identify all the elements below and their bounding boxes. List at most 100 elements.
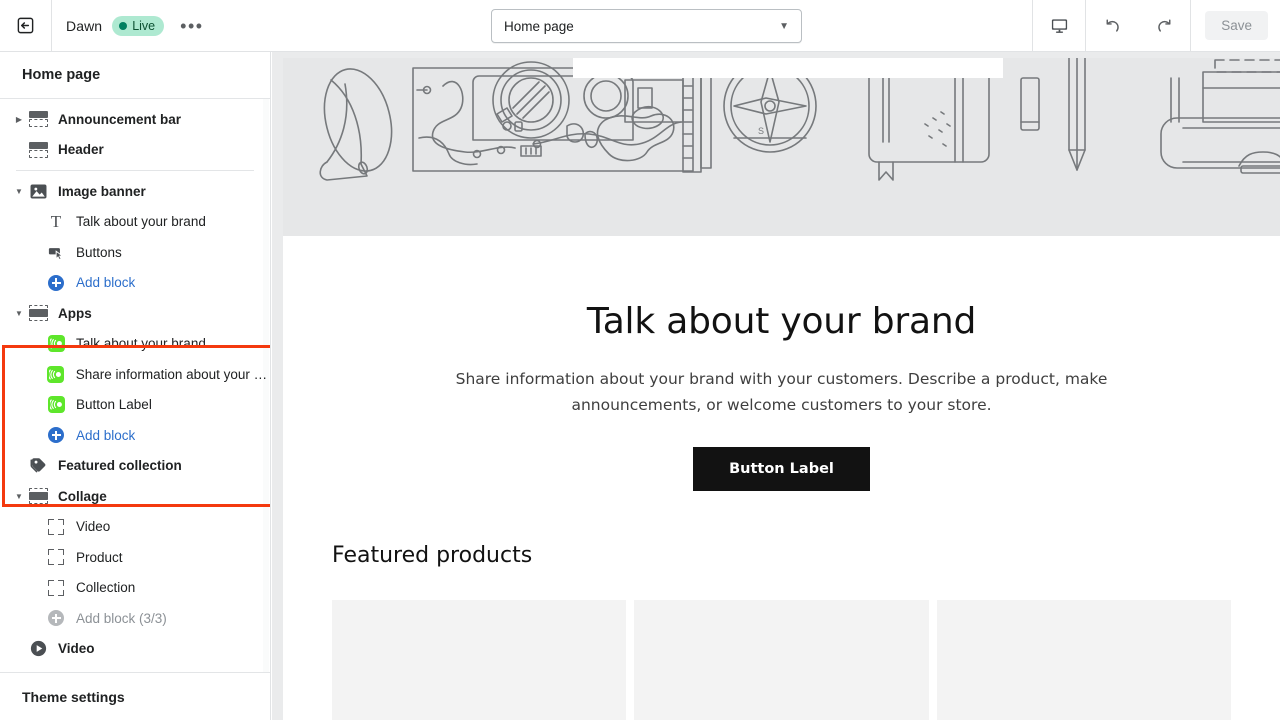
sidebar-item-announcement-bar[interactable]: ▶ Announcement bar xyxy=(0,104,270,135)
sidebar-item-label: Talk about your brand xyxy=(76,214,206,229)
sidebar-item-apps[interactable]: ▼ Apps xyxy=(0,298,270,329)
status-badge-label: Live xyxy=(132,18,155,34)
section-bar-icon xyxy=(28,109,48,129)
more-options-button[interactable]: ••• xyxy=(176,21,207,31)
desktop-monitor-icon xyxy=(1050,16,1069,35)
exit-arrow-icon xyxy=(16,16,35,35)
sidebar-item-image-banner[interactable]: ▼ Image banner xyxy=(0,176,270,207)
page-selector[interactable]: Home page ▼ xyxy=(491,9,802,43)
sidebar-item-featured-collection[interactable]: Featured collection xyxy=(0,451,270,482)
top-toolbar: Dawn Live ••• Home page ▼ xyxy=(0,0,1280,52)
collage-icon xyxy=(28,486,48,506)
plus-circle-icon xyxy=(46,608,66,628)
sidebar-block-buttons[interactable]: Buttons xyxy=(0,237,270,268)
sidebar-add-block-apps[interactable]: Add block xyxy=(0,420,270,451)
app-green-icon xyxy=(46,334,66,354)
preview-pane: S xyxy=(272,52,1280,720)
price-tag-icon xyxy=(28,456,48,476)
status-badge: Live xyxy=(112,16,164,36)
sidebar-block-talk-about-your-brand[interactable]: T Talk about your brand xyxy=(0,207,270,238)
sidebar-item-label: Featured collection xyxy=(58,458,182,473)
sidebar-item-label: Video xyxy=(76,519,110,534)
redo-button[interactable] xyxy=(1138,16,1190,35)
sidebar-item-label: Add block xyxy=(76,428,135,443)
live-dot-icon xyxy=(119,22,127,30)
sidebar-item-label: Video xyxy=(58,641,95,656)
sidebar-scroll-area[interactable]: ▶ Announcement bar Header ▼ xyxy=(0,99,270,672)
featured-products-heading: Featured products xyxy=(332,543,1231,568)
hero-heading: Talk about your brand xyxy=(283,300,1280,343)
sidebar-item-label: Add block (3/3) xyxy=(76,611,167,626)
sidebar-app-block-button-label[interactable]: Button Label xyxy=(0,390,270,421)
product-card[interactable] xyxy=(634,600,928,720)
sidebar-item-video-section[interactable]: Video xyxy=(0,634,270,665)
sidebar-add-block-image-banner[interactable]: Add block xyxy=(0,268,270,299)
sidebar-app-block-share-information[interactable]: Share information about your b... xyxy=(0,359,270,390)
text-t-icon: T xyxy=(46,212,66,232)
plus-circle-icon xyxy=(46,273,66,293)
sidebar-item-label: Collage xyxy=(58,489,107,504)
sidebar-divider xyxy=(16,170,254,171)
image-banner-section[interactable]: S xyxy=(283,58,1280,236)
sections-sidebar: Home page ▶ Announcement bar Header ▼ xyxy=(0,52,271,720)
play-circle-icon xyxy=(28,639,48,659)
sidebar-add-block-collage: Add block (3/3) xyxy=(0,603,270,634)
sidebar-item-collage[interactable]: ▼ Collage xyxy=(0,481,270,512)
exit-editor-button[interactable] xyxy=(0,0,52,51)
sidebar-title: Home page xyxy=(0,52,270,99)
storefront-canvas[interactable]: S xyxy=(283,58,1280,720)
hero-cta-button[interactable]: Button Label xyxy=(693,447,870,491)
sidebar-app-block-talk-about-your-brand[interactable]: Talk about your brand xyxy=(0,329,270,360)
bracket-icon xyxy=(46,517,66,537)
sidebar-item-label: Product xyxy=(76,550,123,565)
sidebar-item-label: Buttons xyxy=(76,245,122,260)
sidebar-item-header[interactable]: Header xyxy=(0,135,270,166)
chevron-down-icon[interactable]: ▼ xyxy=(10,492,28,501)
section-bar-icon xyxy=(28,140,48,160)
toolbar-actions: Save xyxy=(1032,0,1280,51)
sidebar-item-label: Button Label xyxy=(76,397,152,412)
collage-icon xyxy=(28,303,48,323)
chevron-down-icon[interactable]: ▼ xyxy=(10,309,28,318)
sidebar-block-video[interactable]: Video xyxy=(0,512,270,543)
product-card[interactable] xyxy=(332,600,626,720)
undo-arrow-icon xyxy=(1103,16,1122,35)
theme-info-group: Dawn Live ••• xyxy=(52,0,208,51)
featured-products-section: Featured products xyxy=(283,543,1280,720)
page-selector-wrapper: Home page ▼ xyxy=(491,9,802,43)
chevron-right-icon[interactable]: ▶ xyxy=(10,115,28,124)
sidebar-block-product[interactable]: Product xyxy=(0,542,270,573)
theme-settings-button[interactable]: Theme settings xyxy=(0,672,270,720)
sidebar-item-label: Announcement bar xyxy=(58,112,181,127)
sidebar-item-label: Collection xyxy=(76,580,135,595)
app-green-icon xyxy=(46,395,66,415)
sidebar-item-label: Talk about your brand xyxy=(76,336,206,351)
sidebar-item-label: Apps xyxy=(58,306,92,321)
undo-redo-group xyxy=(1086,0,1190,51)
save-button[interactable]: Save xyxy=(1205,11,1268,40)
app-green-icon xyxy=(46,364,66,384)
bracket-icon xyxy=(46,578,66,598)
sidebar-block-collection[interactable]: Collection xyxy=(0,573,270,604)
redo-arrow-icon xyxy=(1155,16,1174,35)
hero-body-text: Share information about your brand with … xyxy=(437,367,1127,418)
undo-button[interactable] xyxy=(1086,16,1138,35)
sidebar-item-label: Add block xyxy=(76,275,135,290)
banner-scroll-overlay xyxy=(573,58,1003,78)
sidebar-item-label: Header xyxy=(58,142,104,157)
chevron-down-icon[interactable]: ▼ xyxy=(10,187,28,196)
button-cursor-icon xyxy=(46,242,66,262)
sidebar-item-label: Share information about your b... xyxy=(76,367,270,382)
plus-circle-icon xyxy=(46,425,66,445)
travel-essentials-illustration: S xyxy=(283,58,1280,236)
sidebar-item-label: Image banner xyxy=(58,184,146,199)
product-card[interactable] xyxy=(937,600,1231,720)
theme-name: Dawn xyxy=(66,18,102,34)
bracket-icon xyxy=(46,547,66,567)
image-icon xyxy=(28,181,48,201)
device-preview-button[interactable] xyxy=(1033,0,1085,51)
chevron-down-icon: ▼ xyxy=(779,21,789,32)
save-button-wrapper: Save xyxy=(1191,0,1280,51)
page-selector-value: Home page xyxy=(504,19,574,34)
svg-text:S: S xyxy=(758,126,764,136)
